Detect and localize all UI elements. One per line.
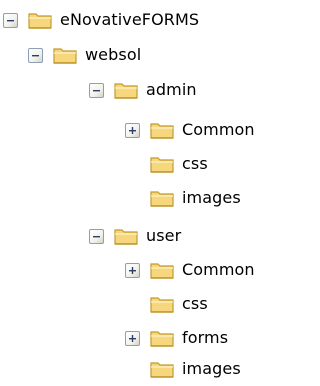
minus-icon[interactable] [89,82,104,98]
tree-node-websol[interactable]: websol [28,38,141,72]
tree-node-admin[interactable]: admin [89,73,197,107]
tree-node-user[interactable]: user [89,219,181,253]
folder-icon [149,154,175,174]
folder-icon [149,359,175,379]
minus-icon[interactable] [28,47,43,63]
tree-node-label: websol [85,45,142,64]
tree-node-label: images [182,359,241,378]
tree-node-user-forms[interactable]: forms [125,321,228,355]
folder-icon [149,120,175,140]
folder-icon [113,80,139,100]
tree-node-user-common[interactable]: Common [125,253,255,287]
folder-tree: eNovativeFORMS websol admin Common css i… [0,0,278,386]
tree-node-label: Common [182,260,255,279]
tree-node-label: Common [182,120,255,139]
tree-node-label: css [182,154,208,173]
tree-node-user-images[interactable]: images [149,352,241,386]
tree-node-label: user [146,226,182,245]
tree-node-label: css [182,294,208,313]
folder-icon [27,10,53,30]
folder-icon [149,328,175,348]
tree-node-admin-images[interactable]: images [149,181,241,215]
plus-icon[interactable] [125,330,140,346]
plus-icon[interactable] [125,122,140,138]
tree-node-admin-css[interactable]: css [149,147,208,181]
folder-icon [52,45,78,65]
tree-node-admin-common[interactable]: Common [125,113,255,147]
tree-node-label: eNovativeFORMS [60,10,200,29]
tree-node-enovativeforms[interactable]: eNovativeFORMS [3,3,199,37]
tree-node-label: images [182,188,241,207]
minus-icon[interactable] [89,228,104,244]
tree-node-label: admin [146,80,197,99]
tree-node-label: forms [182,328,229,347]
minus-icon[interactable] [3,12,18,28]
folder-icon [113,226,139,246]
folder-icon [149,260,175,280]
folder-icon [149,294,175,314]
plus-icon[interactable] [125,262,140,278]
folder-icon [149,188,175,208]
tree-node-user-css[interactable]: css [149,287,208,321]
